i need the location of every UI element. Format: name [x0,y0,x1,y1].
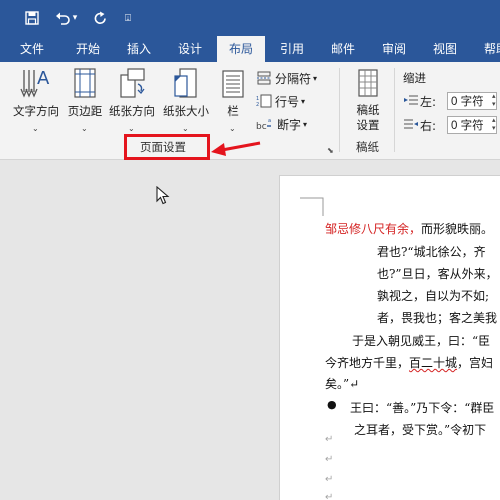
highlight-box [124,134,210,160]
indent-right-input[interactable] [447,116,497,134]
size-label: 纸张大小 [163,104,209,118]
indent-right-spinner[interactable]: ▴ ▾ [492,116,496,132]
indent-title: 缩进 [403,71,426,85]
tab-references[interactable]: 引用 [268,36,316,62]
svg-text:bc: bc [256,122,267,131]
tab-insert[interactable]: 插入 [115,36,163,62]
tab-home[interactable]: 开始 [64,36,112,62]
doc-line-2: 君也?“城北徐公，齐 [377,245,486,259]
doc-line-5: 者，畏我也；客之美我 [377,311,498,325]
manuscript-label: 稿纸 设置 [356,103,380,132]
customize-quick-access-icon[interactable]: ⍗ [122,7,134,29]
tab-review[interactable]: 审阅 [370,36,418,62]
chevron-down-icon: ▾ [301,96,306,106]
indent-left-label: 左: [420,94,437,109]
svg-text:A: A [37,68,50,89]
breaks-button[interactable]: 分隔符 ▾ [256,69,317,87]
ribbon-tabs: 文件 开始 插入 设计 布局 引用 邮件 审阅 视图 帮助 [0,36,500,62]
text-direction-label: 文字方向 [13,104,59,118]
paragraph-mark: ↵ [325,454,334,465]
bullet-icon: ● [327,398,337,411]
text-direction-button[interactable]: A 文字方向 ⌄ [10,66,62,133]
tab-view[interactable]: 视图 [421,36,469,62]
annotation-arrow [211,141,261,156]
text-direction-icon: A [20,68,50,98]
paragraph-mark: ↵ [325,492,334,500]
doc-line-10: 之耳者，受下赏。”令初下 [354,423,487,437]
margins-button[interactable]: 页边距 ⌄ [66,66,104,133]
ribbon-separator [339,68,340,152]
manuscript-grid-icon [358,69,378,97]
chevron-down-icon: ▾ [303,119,308,129]
breaks-label: 分隔符 [275,71,312,86]
indent-left-spinner[interactable]: ▴ ▾ [492,92,496,108]
columns-icon [222,70,244,98]
line-numbers-label: 行号 [275,94,300,109]
indent-left-input[interactable] [447,92,497,110]
doc-line-6: 于是入朝见威王，曰：“臣 [352,334,491,348]
save-icon[interactable] [22,7,42,29]
doc-line-1: 邹忌修八尺有余，而形貌昳丽。 [325,222,494,236]
chevron-down-icon: ▾ [313,73,318,83]
tab-design[interactable]: 设计 [166,36,214,62]
hyphenation-button[interactable]: bc a 断字 ▾ [256,115,307,133]
doc-line-4: 孰视之，自以为不如; [377,289,490,303]
margin-corner-mark [300,197,324,216]
breaks-icon [257,71,271,85]
hyphenation-icon: bc a [256,118,271,131]
chevron-down-icon: ⌄ [81,124,88,133]
chevron-down-icon: ⌄ [128,124,135,133]
redo-icon[interactable] [90,7,110,29]
indent-right-icon [404,119,418,129]
hyphenation-label: 断字 [277,117,302,132]
columns-button[interactable]: 栏 ⌄ [218,66,248,133]
manuscript-settings-button[interactable]: 稿纸 设置 [348,66,388,132]
manuscript-group-label: 稿纸 [356,140,379,154]
tab-mailings[interactable]: 邮件 [319,36,367,62]
columns-label: 栏 [227,104,239,118]
tab-file[interactable]: 文件 [8,36,56,62]
doc-line-3: 也?”旦日，客从外来， [377,267,498,281]
chevron-down-icon: ⌄ [229,124,236,133]
chevron-down-icon: ⌄ [32,124,39,133]
line-numbers-button[interactable]: 1 2 行号 ▾ [256,92,305,110]
orientation-button[interactable]: 纸张方向 ⌄ [106,66,158,133]
paragraph-mark: ↵ [325,434,334,445]
paper-size-icon [174,68,197,98]
document-page[interactable]: 邹忌修八尺有余，而形貌昳丽。 君也?“城北徐公，齐 也?”旦日，客从外来， 孰视… [279,175,500,500]
orientation-icon [120,68,145,98]
page-setup-launcher-icon[interactable]: ⬊ [327,146,334,155]
title-bar: ▾ ⍗ [0,0,500,36]
doc-line-7: 今齐地方千里，百二十城，宫妇 [325,356,494,370]
tab-help[interactable]: 帮助 [472,36,500,62]
margins-icon [74,68,96,98]
doc-line-8: 矣。”↵ [325,377,360,391]
doc-line-9: 王曰：“善。”乃下令：“群臣 [350,401,495,415]
svg-text:2: 2 [256,102,259,108]
line-numbers-icon: 1 2 [256,94,272,108]
ribbon-separator [394,68,395,152]
indent-right-label: 右: [420,118,437,133]
undo-icon[interactable] [52,7,72,29]
indent-left-icon [404,95,418,105]
margins-label: 页边距 [67,104,103,118]
undo-dropdown[interactable]: ▾ [71,7,79,29]
paragraph-mark: ↵ [325,474,334,485]
mouse-cursor-icon [156,186,170,205]
svg-text:a: a [268,118,271,124]
orientation-label: 纸张方向 [109,104,155,118]
tab-layout[interactable]: 布局 [217,36,265,62]
size-button[interactable]: 纸张大小 ⌄ [160,66,212,133]
chevron-down-icon: ⌄ [182,124,189,133]
